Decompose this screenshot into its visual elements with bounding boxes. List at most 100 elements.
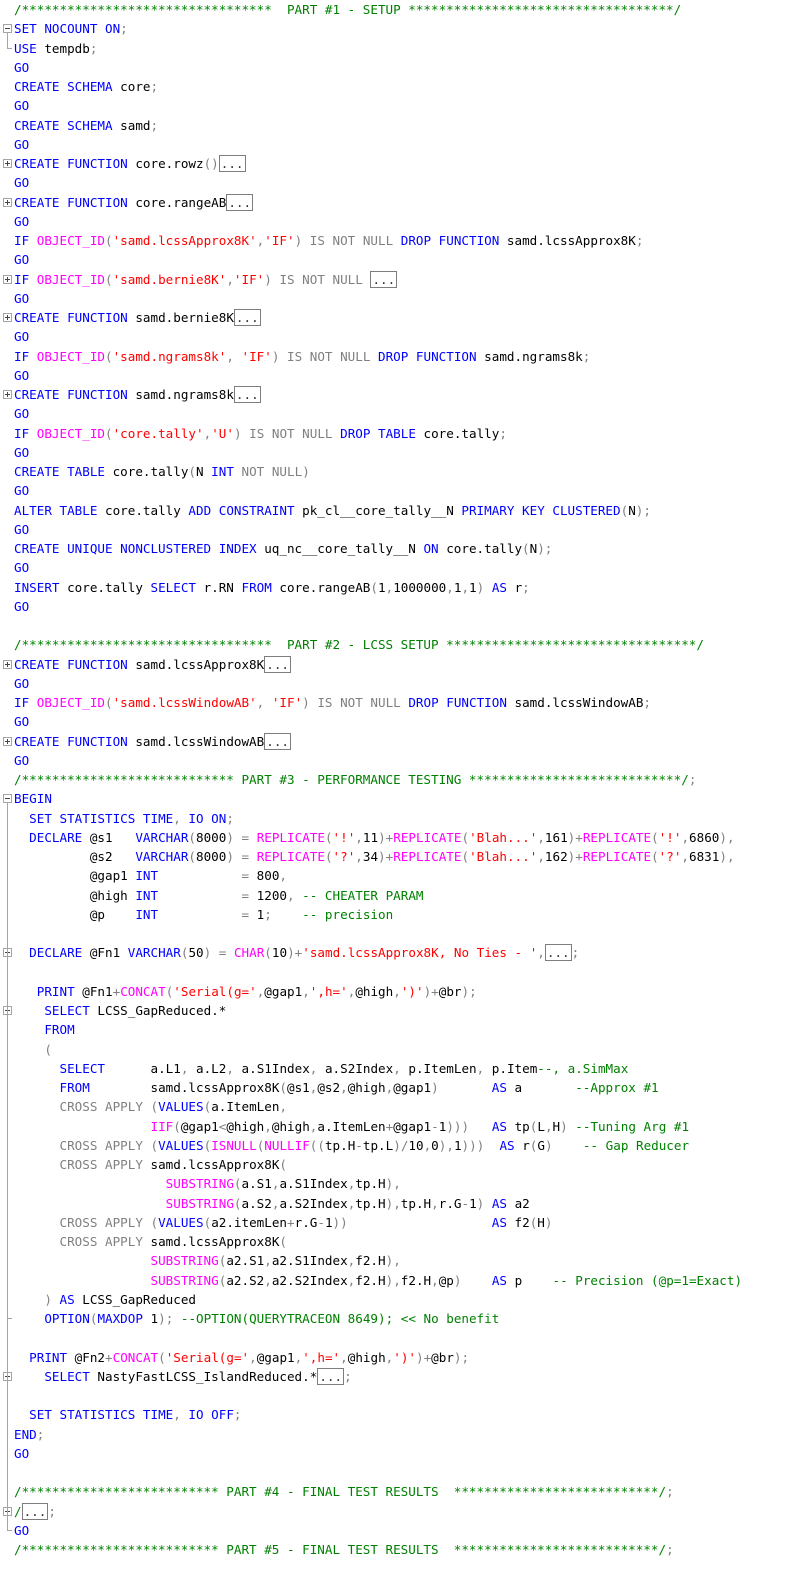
code-line[interactable]: GO (0, 597, 802, 616)
code-line[interactable]: GO (0, 520, 802, 539)
code-line[interactable]: SELECT LCSS_GapReduced.* (0, 1001, 802, 1020)
code-line[interactable] (0, 1386, 802, 1405)
code-line[interactable]: USE tempdb; (0, 39, 802, 58)
code-line[interactable]: /...; (0, 1502, 802, 1521)
code-line[interactable]: OPTION(MAXDOP 1); --OPTION(QUERYTRACEON … (0, 1309, 802, 1328)
code-line[interactable] (0, 1463, 802, 1482)
code-line[interactable]: @p INT = 1; -- precision (0, 905, 802, 924)
expand-icon[interactable] (3, 159, 12, 168)
code-line[interactable]: INSERT core.tally SELECT r.RN FROM core.… (0, 578, 802, 597)
code-line[interactable]: CREATE FUNCTION core.rowz()... (0, 154, 802, 173)
code-token: samd (120, 117, 151, 133)
code-line[interactable]: /********************************* PART … (0, 635, 802, 654)
expand-icon[interactable] (3, 197, 12, 207)
code-line[interactable]: CREATE FUNCTION samd.bernie8K... (0, 308, 802, 327)
code-line[interactable]: PRINT @Fn2+CONCAT('Serial(g=',@gap1,',h=… (0, 1348, 802, 1367)
code-line[interactable]: END; (0, 1425, 802, 1444)
collapsed-region-marker[interactable]: ... (544, 944, 572, 962)
code-line[interactable]: SELECT a.L1, a.L2, a.S1Index, a.S2Index,… (0, 1059, 802, 1078)
code-line[interactable]: SET STATISTICS TIME, IO OFF; (0, 1405, 802, 1424)
code-line[interactable]: GO (0, 674, 802, 693)
code-line[interactable]: GO (0, 1444, 802, 1463)
code-line[interactable]: CREATE SCHEMA samd; (0, 116, 802, 135)
code-line[interactable]: GO (0, 481, 802, 500)
sql-editor[interactable]: /********************************* PART … (0, 0, 802, 1576)
code-line[interactable]: /************************** PART #4 - FI… (0, 1482, 802, 1501)
code-line[interactable]: FROM samd.lcssApprox8K(@s1,@s2,@high,@ga… (0, 1078, 802, 1097)
expand-icon[interactable] (3, 736, 12, 746)
code-line[interactable]: GO (0, 173, 802, 192)
code-line[interactable]: BEGIN (0, 789, 802, 808)
code-line[interactable]: SELECT NastyFastLCSS_IslandReduced.*...; (0, 1367, 802, 1386)
code-line[interactable]: GO (0, 327, 802, 346)
code-line[interactable]: /************************** PART #5 - FI… (0, 1540, 802, 1559)
code-line[interactable]: GO (0, 712, 802, 731)
code-line[interactable]: GO (0, 250, 802, 269)
code-line[interactable]: CROSS APPLY (VALUES(a2.itemLen+r.G-1)) A… (0, 1213, 802, 1232)
expand-icon[interactable] (3, 313, 12, 322)
code-line[interactable]: SET STATISTICS TIME, IO ON; (0, 809, 802, 828)
code-line[interactable] (0, 963, 802, 982)
expand-icon[interactable] (3, 274, 12, 284)
code-line[interactable]: ) AS LCSS_GapReduced (0, 1290, 802, 1309)
code-line[interactable]: CROSS APPLY (VALUES(a.ItemLen, (0, 1097, 802, 1116)
code-line[interactable]: SUBSTRING(a.S1,a.S1Index,tp.H), (0, 1174, 802, 1193)
code-line[interactable] (0, 924, 802, 943)
code-line[interactable]: CROSS APPLY samd.lcssApprox8K( (0, 1232, 802, 1251)
collapsed-region-marker[interactable]: ... (370, 270, 398, 288)
code-line[interactable]: GO (0, 443, 802, 462)
code-line[interactable]: GO (0, 404, 802, 423)
collapsed-region-marker[interactable]: ... (233, 309, 261, 326)
collapsed-region-marker[interactable]: ... (264, 655, 291, 673)
code-line[interactable]: /********************************* PART … (0, 0, 802, 19)
code-line[interactable]: IF OBJECT_ID('samd.ngrams8k', 'IF') IS N… (0, 347, 802, 366)
code-line[interactable]: DECLARE @Fn1 VARCHAR(50) = CHAR(10)+'sam… (0, 943, 802, 962)
collapsed-region-marker[interactable]: ... (264, 732, 291, 750)
code-line[interactable]: GO (0, 1521, 802, 1540)
code-line[interactable]: GO (0, 558, 802, 577)
code-line[interactable]: GO (0, 366, 802, 385)
code-line[interactable]: GO (0, 58, 802, 77)
code-line[interactable]: CREATE FUNCTION samd.lcssApprox8K... (0, 655, 802, 674)
code-line[interactable]: IF OBJECT_ID('samd.lcssApprox8K','IF') I… (0, 231, 802, 250)
code-line[interactable]: CREATE FUNCTION samd.lcssWindowAB... (0, 732, 802, 751)
code-line[interactable]: CREATE TABLE core.tally(N INT NOT NULL) (0, 462, 802, 481)
code-line[interactable]: SET NOCOUNT ON; (0, 19, 802, 38)
code-line[interactable]: SUBSTRING(a2.S1,a2.S1Index,f2.H), (0, 1251, 802, 1270)
code-line[interactable]: PRINT @Fn1+CONCAT('Serial(g=',@gap1,',h=… (0, 982, 802, 1001)
code-line[interactable]: FROM (0, 1020, 802, 1039)
code-line[interactable]: CREATE FUNCTION core.rangeAB... (0, 193, 802, 212)
collapsed-region-marker[interactable]: ... (226, 193, 254, 211)
code-line[interactable]: ALTER TABLE core.tally ADD CONSTRAINT pk… (0, 501, 802, 520)
collapsed-region-marker[interactable]: ... (21, 1502, 49, 1520)
code-line[interactable]: GO (0, 212, 802, 231)
collapsed-region-marker[interactable]: ... (233, 386, 261, 403)
code-line[interactable]: @high INT = 1200, -- CHEATER PARAM (0, 886, 802, 905)
code-line[interactable]: @s2 VARCHAR(8000) = REPLICATE('?',34)+RE… (0, 847, 802, 866)
code-line[interactable]: ( (0, 1040, 802, 1059)
code-line[interactable]: GO (0, 96, 802, 115)
expand-icon[interactable] (3, 659, 12, 669)
code-line[interactable]: CREATE SCHEMA core; (0, 77, 802, 96)
collapsed-region-marker[interactable]: ... (317, 1367, 345, 1385)
code-line[interactable]: GO (0, 289, 802, 308)
code-line[interactable]: @gap1 INT = 800, (0, 866, 802, 885)
code-line[interactable]: CREATE FUNCTION samd.ngrams8k... (0, 385, 802, 404)
code-line[interactable]: IIF(@gap1<@high,@high,a.ItemLen+@gap1-1)… (0, 1117, 802, 1136)
collapsed-region-marker[interactable]: ... (218, 155, 246, 172)
code-line[interactable]: SUBSTRING(a2.S2,a2.S2Index,f2.H),f2.H,@p… (0, 1271, 802, 1290)
code-line[interactable]: SUBSTRING(a.S2,a.S2Index,tp.H),tp.H,r.G-… (0, 1194, 802, 1213)
expand-icon[interactable] (3, 390, 12, 399)
code-line[interactable]: IF OBJECT_ID('core.tally','U') IS NOT NU… (0, 424, 802, 443)
code-line[interactable]: CROSS APPLY samd.lcssApprox8K( (0, 1155, 802, 1174)
code-line[interactable]: CROSS APPLY (VALUES(ISNULL(NULLIF((tp.H-… (0, 1136, 802, 1155)
code-line[interactable]: IF OBJECT_ID('samd.bernie8K','IF') IS NO… (0, 270, 802, 289)
code-line[interactable]: CREATE UNIQUE NONCLUSTERED INDEX uq_nc__… (0, 539, 802, 558)
code-line[interactable]: GO (0, 135, 802, 154)
code-line[interactable] (0, 1328, 802, 1347)
code-line[interactable] (0, 616, 802, 635)
code-line[interactable]: DECLARE @s1 VARCHAR(8000) = REPLICATE('!… (0, 828, 802, 847)
code-line[interactable]: /**************************** PART #3 - … (0, 770, 802, 789)
code-line[interactable]: IF OBJECT_ID('samd.lcssWindowAB', 'IF') … (0, 693, 802, 712)
code-line[interactable]: GO (0, 751, 802, 770)
